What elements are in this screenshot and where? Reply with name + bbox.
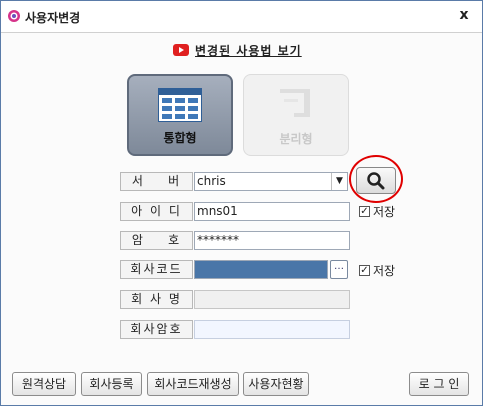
regenerate-company-code-button[interactable]: 회사코드재생성	[147, 372, 239, 396]
save-code-checkbox[interactable]: ✓ 저장	[359, 263, 396, 278]
youtube-play-icon	[173, 44, 189, 56]
chevron-down-icon[interactable]: ▼	[331, 173, 347, 190]
mode-integrated-button[interactable]: 통합형	[127, 74, 233, 156]
user-id-label: 아 이 디	[120, 202, 193, 221]
mode-separated-button[interactable]: 분리형	[243, 74, 349, 156]
company-code-lookup-button[interactable]: …	[330, 260, 348, 279]
company-name-label: 회 사 명	[120, 290, 193, 309]
integrated-grid-icon	[158, 88, 202, 122]
search-icon	[367, 172, 385, 190]
login-button[interactable]: 로 그 인	[409, 372, 469, 396]
save-id-checkbox[interactable]: ✓ 저장	[359, 204, 396, 219]
company-name-field	[194, 290, 350, 309]
separated-layout-icon	[280, 89, 310, 117]
company-register-button[interactable]: 회사등록	[81, 372, 142, 396]
usage-guide-link[interactable]: 변경된 사용법 보기	[173, 42, 302, 58]
save-code-label: 저장	[373, 263, 396, 278]
mode-integrated-label: 통합형	[163, 131, 197, 145]
password-label: 암 호	[120, 231, 193, 250]
checkmark-icon: ✓	[359, 205, 370, 217]
remote-support-button[interactable]: 원격상담	[12, 372, 76, 396]
company-password-input[interactable]	[194, 320, 350, 339]
usage-guide-label: 변경된 사용법 보기	[195, 43, 302, 58]
title-bar: 사용자변경 x	[1, 1, 482, 33]
company-code-input[interactable]	[194, 260, 328, 279]
close-button[interactable]: x	[456, 7, 472, 23]
mode-separated-label: 분리형	[279, 132, 313, 146]
user-status-button[interactable]: 사용자현황	[243, 372, 309, 396]
server-select[interactable]: chris ▼	[194, 172, 348, 191]
server-label: 서 버	[120, 172, 193, 191]
app-logo-icon	[8, 10, 20, 22]
window-title: 사용자변경	[25, 11, 81, 25]
server-search-button[interactable]	[356, 167, 396, 194]
checkmark-icon: ✓	[359, 264, 370, 276]
company-password-label: 회사암호	[120, 320, 193, 339]
user-id-value: mns01	[197, 204, 238, 218]
save-id-label: 저장	[373, 204, 396, 219]
company-code-label: 회사코드	[120, 260, 193, 279]
password-input[interactable]: *******	[194, 231, 350, 250]
user-id-input[interactable]: mns01	[194, 202, 350, 221]
ellipsis-icon: …	[334, 261, 344, 272]
password-value: *******	[197, 233, 239, 247]
server-value: chris	[197, 174, 226, 188]
user-change-dialog: 사용자변경 x 변경된 사용법 보기 통합형 분리형 서 버 chris ▼ 아…	[0, 0, 483, 406]
